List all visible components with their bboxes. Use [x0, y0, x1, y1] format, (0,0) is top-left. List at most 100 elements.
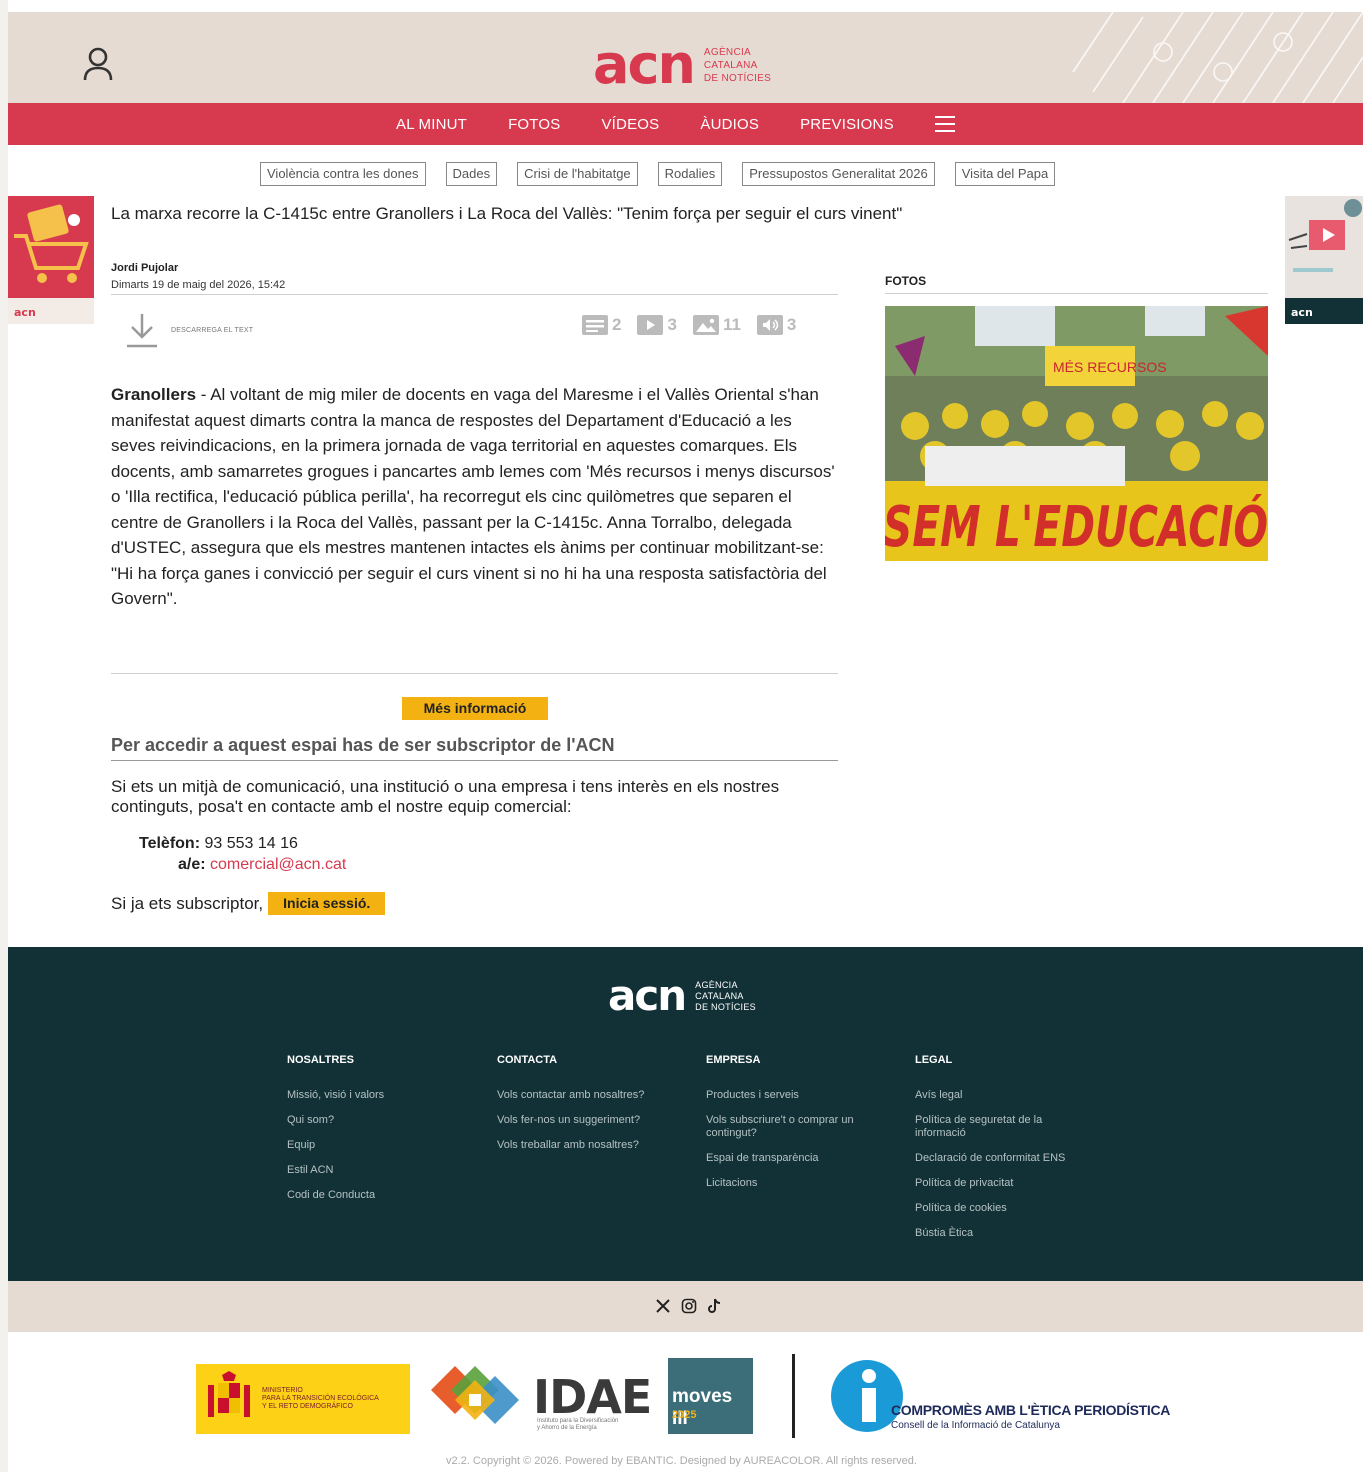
tag-pressupostos[interactable]: Pressupostos Generalitat 2026: [742, 162, 935, 186]
photos-title: FOTOS: [885, 274, 927, 288]
topic-tags: Violència contra les dones Dades Crisi d…: [260, 162, 1075, 186]
nav-item-previsions[interactable]: PREVISIONS: [800, 116, 894, 133]
menu-icon[interactable]: [934, 116, 955, 132]
footer-link[interactable]: Qui som?: [287, 1114, 477, 1127]
text-count-value: 2: [612, 315, 622, 334]
logo-text-line: DE NOTÍCIES: [703, 72, 772, 84]
divider: [111, 760, 838, 761]
text-icon: [582, 315, 608, 335]
footer-link[interactable]: Vols subscriure't o comprar un contingut…: [706, 1114, 886, 1140]
side-ad-right[interactable]: acn: [1285, 196, 1363, 324]
footer-link[interactable]: Productes i serveis: [706, 1089, 886, 1102]
footer-logo[interactable]: acn AGÈNCIA CATALANA DE NOTÍCIES: [608, 975, 756, 1017]
left-edge: [0, 0, 8, 1472]
photo-count[interactable]: 11: [692, 315, 741, 335]
ministerio-line: Y EL RETO DEMOGRÁFICO: [262, 1403, 353, 1410]
footer-link[interactable]: Declaració de conformitat ENS: [915, 1152, 1095, 1165]
header-decoration: [1072, 12, 1363, 103]
sponsor-etica[interactable]: COMPROMÈS AMB L'ÈTICA PERIODÍSTICA Conse…: [829, 1358, 1170, 1434]
footer-col-legal: LEGAL Avís legal Política de seguretat d…: [915, 1054, 1095, 1252]
video-count[interactable]: 3: [637, 315, 677, 335]
site-footer: acn AGÈNCIA CATALANA DE NOTÍCIES NOSALTR…: [8, 947, 1363, 1281]
footer-link[interactable]: Espai de transparència: [706, 1152, 886, 1165]
sponsor-idae[interactable]: IDAE Instituto para la Diversificación y…: [425, 1360, 652, 1434]
subscription-text: Si ets un mitjà de comunicació, una inst…: [111, 777, 780, 816]
audio-count[interactable]: 3: [756, 315, 797, 335]
nav-item-audios[interactable]: ÀUDIOS: [700, 116, 759, 133]
footer-col-empresa: EMPRESA Productes i serveis Vols subscri…: [706, 1054, 886, 1202]
tag-dades[interactable]: Dades: [445, 162, 498, 186]
footer-link[interactable]: Missió, visió i valors: [287, 1089, 477, 1102]
page: acn AGÈNCIA CATALANA DE NOTÍCIES AL MINU…: [0, 0, 1363, 1472]
footer-link[interactable]: Bústia Ètica: [915, 1227, 1095, 1240]
audio-count-value: 3: [786, 315, 797, 334]
idae-subtitle: Instituto para la Diversificación y Ahor…: [537, 1418, 618, 1432]
site-logo[interactable]: acn AGÈNCIA CATALANA DE NOTÍCIES: [593, 38, 771, 92]
coat-of-arms-icon: [208, 1371, 250, 1417]
footer-link[interactable]: Estil ACN: [287, 1164, 477, 1177]
tag-papa[interactable]: Visita del Papa: [954, 162, 1056, 186]
download-icon: [127, 314, 157, 348]
phone-line: Telèfon: 93 553 14 16: [139, 835, 298, 853]
footer-link[interactable]: Política de privacitat: [915, 1177, 1095, 1190]
footer-logo-text: AGÈNCIA CATALANA DE NOTÍCIES: [695, 980, 756, 1013]
tiktok-icon[interactable]: [706, 1297, 724, 1315]
article-headline: La marxa recorre la C-1415c entre Granol…: [111, 204, 903, 223]
email-label: a/e:: [178, 856, 206, 873]
nav-item-al-minut[interactable]: AL MINUT: [396, 116, 467, 133]
footer-link[interactable]: Licitacions: [706, 1177, 886, 1190]
x-icon[interactable]: [654, 1297, 672, 1315]
footer-link[interactable]: Vols contactar amb nosaltres?: [497, 1089, 687, 1102]
logo-text-line: AGÈNCIA: [703, 46, 752, 58]
article-date: Dimarts 19 de maig del 2026, 15:42: [111, 279, 286, 291]
footer-col-title: LEGAL: [915, 1054, 953, 1066]
moves-year: 2025: [672, 1409, 697, 1421]
already-subscriber: Si ja ets subscriptor, Inicia sessió.: [111, 892, 386, 915]
featured-photo[interactable]: MÉS RECURSOS SEM L'EDUCACIÓ: [885, 306, 1268, 561]
phone-label: Telèfon:: [139, 835, 201, 852]
ministerio-text: MINISTERIO PARA LA TRANSICIÓN ECOLÓGICA …: [262, 1387, 379, 1411]
email-link[interactable]: comercial@acn.cat: [210, 856, 346, 873]
social-bar: [8, 1281, 1363, 1332]
footer-link[interactable]: Equip: [287, 1139, 477, 1152]
photo-icon: [692, 315, 719, 335]
ministerio-line: MINISTERIO: [262, 1387, 303, 1394]
footer-link[interactable]: Política de seguretat de la informació: [915, 1114, 1095, 1140]
footer-link[interactable]: Codi de Conducta: [287, 1189, 477, 1202]
login-button[interactable]: Inicia sessió.: [268, 892, 386, 915]
moves-wordmark: moves III: [672, 1386, 733, 1429]
side-ad-left[interactable]: acn: [8, 196, 94, 324]
more-info-button[interactable]: Més informació: [402, 697, 548, 720]
sponsor-ministerio[interactable]: MINISTERIO PARA LA TRANSICIÓN ECOLÓGICA …: [196, 1364, 410, 1434]
logo-text-line: CATALANA: [695, 990, 744, 1001]
tag-violencia[interactable]: Violència contra les dones: [260, 162, 426, 186]
footer-col-contacta: CONTACTA Vols contactar amb nosaltres? V…: [497, 1054, 687, 1164]
tag-habitatge[interactable]: Crisi de l'habitatge: [517, 162, 638, 186]
footer-link[interactable]: Vols fer-nos un suggeriment?: [497, 1114, 687, 1127]
instagram-icon[interactable]: [680, 1297, 698, 1315]
user-icon[interactable]: [82, 46, 114, 82]
download-text-button[interactable]: DESCARREGA EL TEXT: [125, 312, 253, 348]
footer-link[interactable]: Avís legal: [915, 1089, 1095, 1102]
copyright: v2.2. Copyright © 2026. Powered by EBANT…: [446, 1455, 917, 1467]
phone-value: 93 553 14 16: [200, 835, 298, 852]
media-counts: 2 3 11 3: [582, 315, 812, 335]
text-count[interactable]: 2: [582, 315, 621, 335]
nav-item-fotos[interactable]: FOTOS: [508, 116, 560, 133]
already-text: Si ja ets subscriptor,: [111, 893, 264, 913]
sign-text: MÉS RECURSOS: [1053, 359, 1167, 375]
banner-text: SEM L'EDUCACIÓ: [885, 495, 1268, 560]
video-count-value: 3: [667, 315, 677, 334]
social-icons: [654, 1297, 732, 1315]
nav-item-videos[interactable]: VÍDEOS: [601, 116, 659, 133]
logo-mark: acn: [593, 33, 696, 96]
idae-subtitle-line: Instituto para la Diversificación: [537, 1418, 619, 1424]
etica-subtitle: Consell de la Informació de Catalunya: [891, 1420, 1060, 1431]
footer-link[interactable]: Vols treballar amb nosaltres?: [497, 1139, 687, 1152]
logo-text-line: DE NOTÍCIES: [695, 1001, 756, 1012]
footer-link[interactable]: Política de cookies: [915, 1202, 1095, 1215]
tag-rodalies[interactable]: Rodalies: [657, 162, 723, 186]
sponsor-divider: [792, 1354, 795, 1438]
sponsor-moves[interactable]: moves III 2025: [668, 1358, 753, 1434]
video-icon: [637, 315, 664, 335]
